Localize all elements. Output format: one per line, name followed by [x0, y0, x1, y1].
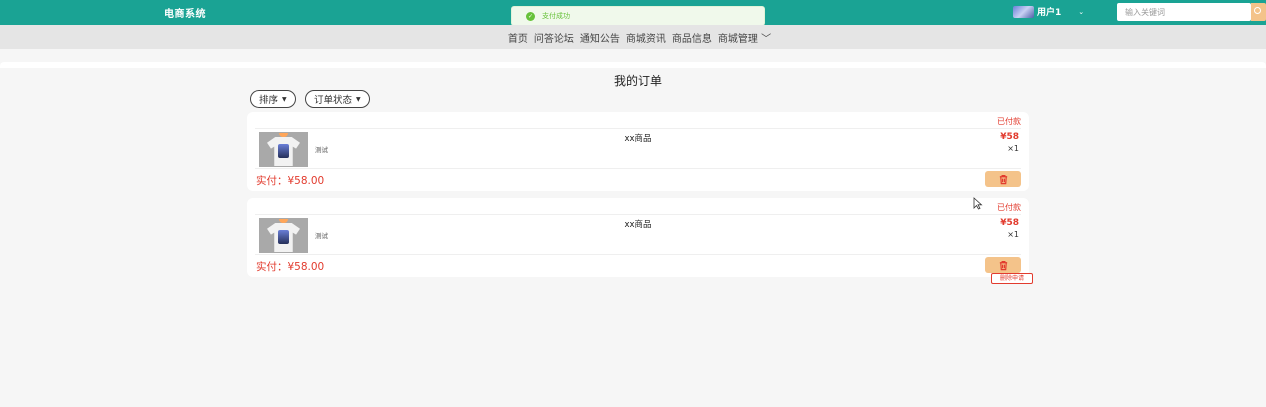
sort-label: 排序: [259, 95, 279, 106]
toast-message: 支付成功: [542, 12, 570, 20]
product-description: 测试: [315, 146, 328, 154]
divider: [255, 128, 1021, 129]
order-status-label: 订单状态: [314, 95, 353, 106]
order-card: 已付款 测试 xx商品 ¥58 ×1 实付：¥58.00: [247, 198, 1029, 277]
search-icon: [1254, 7, 1261, 14]
nav-item-mall-management[interactable]: 商城管理 ﹀: [718, 30, 771, 45]
success-toast: ✓ 支付成功: [511, 6, 765, 26]
product-name[interactable]: xx商品: [247, 218, 1029, 230]
main-nav: 首页 问答论坛 通知公告 商城资讯 商品信息 商城管理 ﹀: [0, 25, 1266, 49]
caret-down-icon: ▼: [282, 95, 287, 103]
nav-item-notices[interactable]: 通知公告: [580, 30, 620, 45]
order-status-dropdown[interactable]: 订单状态 ▼: [305, 90, 370, 108]
page-title: 我的订单: [613, 74, 662, 88]
divider: [255, 254, 1021, 255]
mouse-cursor-icon: [973, 197, 983, 210]
nav-item-news[interactable]: 商城资讯: [626, 30, 666, 45]
trash-icon: [999, 174, 1007, 184]
search-button[interactable]: [1251, 3, 1266, 21]
paid-amount: 实付：¥58.00: [256, 175, 325, 187]
product-quantity: ×1: [1007, 230, 1019, 239]
nav-item-products[interactable]: 商品信息: [672, 30, 712, 45]
nav-item-home[interactable]: 首页: [508, 30, 528, 45]
delete-tooltip: 删除申请: [991, 273, 1033, 284]
product-price: ¥58: [1000, 132, 1019, 142]
product-name[interactable]: xx商品: [247, 132, 1029, 144]
sort-dropdown[interactable]: 排序 ▼: [250, 90, 296, 108]
main-content: 我的订单 排序 ▼ 订单状态 ▼ 已付款 测试 xx商品 ¥58 ×1 实付：¥…: [0, 62, 1266, 407]
order-card: 已付款 测试 xx商品 ¥58 ×1 实付：¥58.00: [247, 112, 1029, 191]
search-input[interactable]: 输入关键词: [1117, 3, 1251, 21]
divider: [255, 214, 1021, 215]
delete-button[interactable]: [985, 257, 1021, 273]
trash-icon: [999, 260, 1007, 270]
paid-amount: 实付：¥58.00: [256, 261, 325, 273]
chevron-down-icon: ⌄: [1078, 7, 1085, 16]
brand-title[interactable]: 电商系统: [164, 5, 206, 20]
divider: [255, 168, 1021, 169]
order-status: 已付款: [997, 117, 1021, 126]
caret-down-icon: ▼: [356, 95, 361, 103]
check-circle-icon: ✓: [526, 11, 535, 21]
avatar: [1013, 5, 1034, 18]
product-description: 测试: [315, 232, 328, 240]
order-status: 已付款: [997, 203, 1021, 212]
user-menu[interactable]: 用户1 ⌄: [1013, 5, 1084, 18]
user-name: 用户1: [1037, 8, 1062, 18]
product-price: ¥58: [1000, 218, 1019, 228]
delete-button[interactable]: [985, 171, 1021, 187]
product-quantity: ×1: [1007, 144, 1019, 153]
nav-item-forum[interactable]: 问答论坛: [534, 30, 574, 45]
